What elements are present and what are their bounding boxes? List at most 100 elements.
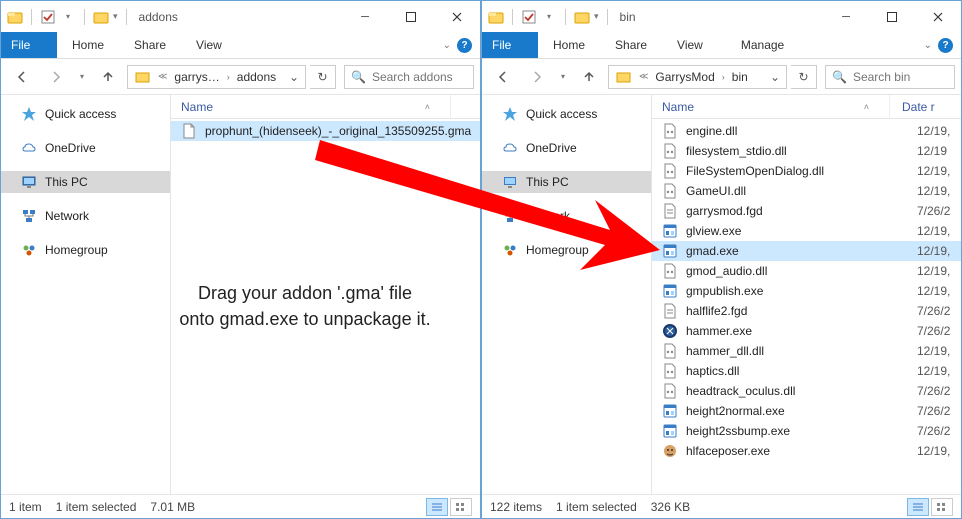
file-row[interactable]: glview.exe12/19, <box>652 221 961 241</box>
maximize-button[interactable] <box>388 2 434 32</box>
address-bar[interactable]: ≪ GarrysMod › bin ⌄ <box>608 65 787 89</box>
back-button[interactable] <box>7 64 37 90</box>
file-name: halflife2.fgd <box>686 304 909 318</box>
instruction-text: Drag your addon '.gma' file onto gmad.ex… <box>130 280 480 332</box>
file-row[interactable]: GameUI.dll12/19, <box>652 181 961 201</box>
folder-icon[interactable] <box>7 9 23 25</box>
file-name: prophunt_(hidenseek)_-_original_13550925… <box>205 124 474 138</box>
breadcrumb-root-icon[interactable] <box>130 66 156 88</box>
column-header-name[interactable]: Name˄ <box>662 95 890 118</box>
address-dropdown-icon[interactable]: ⌄ <box>764 70 786 84</box>
recent-locations-icon[interactable]: ▾ <box>75 64 89 90</box>
file-name: filesystem_stdio.dll <box>686 144 909 158</box>
star-icon <box>502 106 518 122</box>
address-bar[interactable]: ≪ garrys… › addons ⌄ <box>127 65 306 89</box>
file-row[interactable]: prophunt_(hidenseek)_-_original_13550925… <box>171 121 480 141</box>
breadcrumb-item[interactable]: GarrysMod <box>650 66 719 88</box>
properties-check-icon[interactable] <box>40 9 56 25</box>
properties-check-icon[interactable] <box>521 9 537 25</box>
file-tab[interactable]: File <box>1 32 57 58</box>
view-details-button[interactable] <box>426 498 448 516</box>
sidebar-item-network[interactable]: Network <box>482 205 651 227</box>
file-tab[interactable]: File <box>482 32 538 58</box>
file-row[interactable]: height2normal.exe7/26/2 <box>652 401 961 421</box>
forward-button[interactable] <box>41 64 71 90</box>
ribbon-tab-share[interactable]: Share <box>119 32 181 58</box>
search-box[interactable]: 🔍 <box>344 65 474 89</box>
file-date: 7/26/2 <box>917 304 955 318</box>
refresh-button[interactable]: ↻ <box>310 65 336 89</box>
file-row[interactable]: hlfaceposer.exe12/19, <box>652 441 961 461</box>
file-row[interactable]: engine.dll12/19, <box>652 121 961 141</box>
file-date: 12/19, <box>917 344 955 358</box>
address-dropdown-icon[interactable]: ⌄ <box>283 70 305 84</box>
address-bar-row: ▾ ≪ garrys… › addons ⌄ ↻ 🔍 <box>1 59 480 94</box>
column-header-name[interactable]: Name˄ <box>181 95 451 118</box>
view-details-button[interactable] <box>907 498 929 516</box>
sidebar-item-quick-access[interactable]: Quick access <box>1 103 170 125</box>
breadcrumb-item[interactable]: bin <box>727 66 753 88</box>
sidebar-item-homegroup[interactable]: Homegroup <box>482 239 651 261</box>
exe-icon <box>662 403 678 419</box>
sidebar-item-this-pc[interactable]: This PC <box>1 171 170 193</box>
file-row[interactable]: gmpublish.exe12/19, <box>652 281 961 301</box>
ribbon: File Home Share View ⌄ ? <box>1 32 480 59</box>
sidebar-item-onedrive[interactable]: OneDrive <box>482 137 651 159</box>
help-icon[interactable]: ? <box>457 38 472 53</box>
minimize-button[interactable]: ─ <box>823 2 869 32</box>
folder-icon[interactable] <box>488 9 504 25</box>
file-row[interactable]: garrysmod.fgd7/26/2 <box>652 201 961 221</box>
file-row[interactable]: FileSystemOpenDialog.dll12/19, <box>652 161 961 181</box>
file-row[interactable]: hammer_dll.dll12/19, <box>652 341 961 361</box>
minimize-button[interactable]: ─ <box>342 2 388 32</box>
back-button[interactable] <box>488 64 518 90</box>
sidebar-item-quick-access[interactable]: Quick access <box>482 103 651 125</box>
view-icons-button[interactable] <box>450 498 472 516</box>
file-row[interactable]: haptics.dll12/19, <box>652 361 961 381</box>
file-row[interactable]: halflife2.fgd 7/26/2 <box>652 301 961 321</box>
maximize-button[interactable] <box>869 2 915 32</box>
file-row[interactable]: gmad.exe12/19, <box>652 241 961 261</box>
file-name: height2normal.exe <box>686 404 909 418</box>
file-row[interactable]: gmod_audio.dll12/19, <box>652 261 961 281</box>
file-row[interactable]: filesystem_stdio.dll12/19 <box>652 141 961 161</box>
sidebar-item-homegroup[interactable]: Homegroup <box>1 239 170 261</box>
breadcrumb-sep[interactable]: ≪ <box>156 71 169 82</box>
search-input[interactable] <box>853 70 948 84</box>
file-list[interactable]: engine.dll12/19,filesystem_stdio.dll12/1… <box>652 119 961 494</box>
close-button[interactable] <box>915 2 961 32</box>
sidebar-item-this-pc[interactable]: This PC <box>482 171 651 193</box>
column-headers: Name˄ Date r <box>652 95 961 119</box>
ribbon-tab-manage[interactable]: Manage <box>726 32 799 58</box>
search-input[interactable] <box>372 70 467 84</box>
column-header-date[interactable]: Date r <box>894 95 955 118</box>
ribbon-tab-share[interactable]: Share <box>600 32 662 58</box>
forward-button[interactable] <box>522 64 552 90</box>
breadcrumb-item[interactable]: garrys… <box>169 66 224 88</box>
dll-icon <box>662 183 678 199</box>
breadcrumb-sep[interactable]: ≪ <box>637 71 650 82</box>
close-button[interactable] <box>434 2 480 32</box>
ribbon-tab-view[interactable]: View <box>662 32 718 58</box>
up-button[interactable] <box>574 64 604 90</box>
breadcrumb-item[interactable]: addons <box>232 66 281 88</box>
file-row[interactable]: hammer.exe7/26/2 <box>652 321 961 341</box>
refresh-button[interactable]: ↻ <box>791 65 817 89</box>
breadcrumb-root-icon[interactable] <box>611 66 637 88</box>
view-icons-button[interactable] <box>931 498 953 516</box>
ribbon-tab-home[interactable]: Home <box>57 32 119 58</box>
search-box[interactable]: 🔍 <box>825 65 955 89</box>
help-icon[interactable]: ? <box>938 38 953 53</box>
file-row[interactable]: headtrack_oculus.dll7/26/2 <box>652 381 961 401</box>
ribbon-tab-view[interactable]: View <box>181 32 237 58</box>
file-row[interactable]: height2ssbump.exe7/26/2 <box>652 421 961 441</box>
chevron-down-icon[interactable]: ▾ <box>541 9 557 25</box>
recent-locations-icon[interactable]: ▾ <box>556 64 570 90</box>
chevron-down-icon[interactable]: ▾ <box>60 9 76 25</box>
expand-ribbon-icon[interactable]: ⌄ <box>443 40 451 51</box>
sidebar-item-onedrive[interactable]: OneDrive <box>1 137 170 159</box>
ribbon-tab-home[interactable]: Home <box>538 32 600 58</box>
up-button[interactable] <box>93 64 123 90</box>
sidebar-item-network[interactable]: Network <box>1 205 170 227</box>
expand-ribbon-icon[interactable]: ⌄ <box>924 40 932 51</box>
